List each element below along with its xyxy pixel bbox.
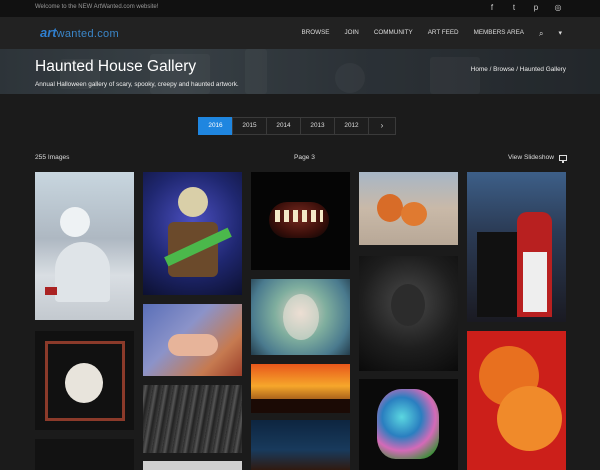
page-title: Haunted House Gallery: [35, 58, 197, 75]
gallery-thumbnail[interactable]: [35, 331, 134, 430]
page-indicator: Page 3: [294, 154, 315, 161]
artwork-figure: [60, 207, 90, 237]
gallery-thumbnail[interactable]: [143, 461, 242, 470]
top-bar: Welcome to the NEW ArtWanted.com website…: [0, 0, 600, 17]
welcome-message: Welcome to the NEW ArtWanted.com website…: [35, 4, 159, 10]
artwork-figure: [168, 334, 218, 356]
logo-wanted: wanted.com: [56, 28, 119, 40]
logo-art: art: [40, 25, 57, 40]
social-links: f t p ◎: [488, 2, 562, 13]
year-2013-button[interactable]: 2013: [300, 117, 335, 135]
gallery-thumbnail[interactable]: [35, 172, 134, 320]
site-logo[interactable]: artwanted.com: [40, 25, 119, 40]
nav-browse[interactable]: BROWSE: [302, 29, 330, 39]
gallery-thumbnail[interactable]: [251, 172, 350, 270]
year-2014-button[interactable]: 2014: [266, 117, 301, 135]
pinterest-icon[interactable]: p: [532, 2, 540, 13]
artwork-figure: [283, 294, 319, 340]
artwork-figure: [497, 386, 562, 451]
gallery-thumbnail[interactable]: [359, 172, 458, 245]
view-slideshow-button[interactable]: View Slideshow: [507, 154, 567, 163]
monitor-icon: [559, 154, 567, 163]
artwork-detail: [251, 399, 350, 413]
nav-members-area[interactable]: MEMBERS AREA: [474, 29, 524, 39]
slideshow-label: View Slideshow: [507, 154, 554, 161]
nav-art-feed[interactable]: ART FEED: [428, 29, 459, 39]
artwork-figure: [377, 194, 403, 222]
year-2015-button[interactable]: 2015: [232, 117, 267, 135]
nav-join[interactable]: JOIN: [345, 29, 359, 39]
search-icon[interactable]: ⌕: [539, 29, 543, 39]
artwork-detail: [275, 210, 323, 222]
gallery-thumbnail[interactable]: [251, 420, 350, 470]
year-2016-button[interactable]: 2016: [198, 117, 233, 135]
page-subtitle: Annual Halloween gallery of scary, spook…: [35, 81, 239, 88]
artwork-figure: [55, 242, 110, 302]
page-header: Haunted House Gallery Annual Halloween g…: [0, 49, 600, 94]
artwork-figure: [377, 389, 439, 459]
year-2012-button[interactable]: 2012: [334, 117, 369, 135]
year-pager: 2016 2015 2014 2013 2012 ›: [198, 117, 396, 135]
gallery-thumbnail[interactable]: [251, 364, 350, 413]
image-count: 255 Images: [35, 154, 70, 161]
twitter-icon[interactable]: t: [510, 2, 518, 13]
cart-icon[interactable]: ▾: [558, 29, 562, 39]
gallery-thumbnail[interactable]: [359, 256, 458, 371]
artwork-figure: [178, 187, 208, 217]
facebook-icon[interactable]: f: [488, 2, 496, 13]
artwork-detail: [45, 287, 57, 295]
next-arrow-icon[interactable]: ›: [368, 117, 396, 135]
gallery-thumbnail[interactable]: [251, 279, 350, 355]
breadcrumb[interactable]: Home / Browse / Haunted Gallery: [471, 66, 566, 73]
gallery-thumbnail[interactable]: [143, 172, 242, 295]
gallery-thumbnail[interactable]: [35, 439, 134, 470]
nav-community[interactable]: COMMUNITY: [374, 29, 413, 39]
gallery-thumbnail[interactable]: [143, 385, 242, 453]
artwork-figure: [401, 202, 427, 226]
gallery-thumbnail[interactable]: [359, 379, 458, 470]
gallery-thumbnail[interactable]: [467, 172, 566, 322]
artwork-figure: [477, 232, 517, 317]
gallery-thumbnail[interactable]: [467, 331, 566, 470]
artwork-figure: [391, 284, 425, 326]
main-navbar: artwanted.com BROWSE JOIN COMMUNITY ART …: [0, 17, 600, 49]
main-nav: BROWSE JOIN COMMUNITY ART FEED MEMBERS A…: [302, 29, 562, 39]
artwork-detail: [523, 252, 547, 312]
artwork-figure: [65, 363, 103, 403]
instagram-icon[interactable]: ◎: [554, 2, 562, 13]
gallery-thumbnail[interactable]: [143, 304, 242, 376]
